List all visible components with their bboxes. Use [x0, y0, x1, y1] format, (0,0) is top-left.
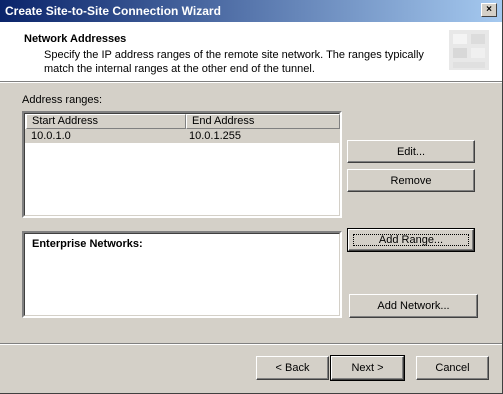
close-button[interactable]: ×	[481, 3, 497, 17]
next-button-label: Next >	[351, 362, 384, 374]
add-network-button[interactable]: Add Network...	[349, 294, 478, 318]
row-end-address: 10.0.1.255	[189, 130, 241, 142]
page-description: Specify the IP address ranges of the rem…	[44, 49, 424, 75]
table-row[interactable]	[25, 129, 339, 143]
close-icon: ×	[486, 4, 492, 15]
cancel-button-label: Cancel	[435, 362, 470, 374]
next-button[interactable]: Next >	[330, 355, 405, 381]
window-title: Create Site-to-Site Connection Wizard	[5, 4, 221, 18]
address-ranges-list[interactable]: Start Address End Address 10.0.1.0 10.0.…	[22, 111, 342, 218]
row-start-address: 10.0.1.0	[31, 130, 71, 142]
edit-button[interactable]: Edit...	[347, 140, 475, 163]
enterprise-networks-label: Enterprise Networks:	[32, 238, 143, 250]
column-header-end[interactable]: End Address	[186, 114, 340, 129]
add-range-button[interactable]: Add Range...	[347, 228, 475, 252]
back-button[interactable]: < Back	[256, 356, 329, 380]
add-network-button-label: Add Network...	[377, 300, 450, 312]
enterprise-networks-list[interactable]: Enterprise Networks:	[22, 231, 342, 318]
remove-button-label: Remove	[390, 174, 432, 187]
footer-separator-highlight	[0, 344, 503, 345]
edit-button-label: Edit...	[396, 145, 426, 158]
remove-button[interactable]: Remove	[347, 169, 475, 192]
address-ranges-label: Address ranges:	[22, 94, 103, 106]
back-button-label: < Back	[275, 362, 310, 374]
column-header-start[interactable]: Start Address	[26, 114, 186, 129]
title-bar: Create Site-to-Site Connection Wizard ×	[0, 0, 503, 22]
cancel-button[interactable]: Cancel	[416, 356, 489, 380]
wizard-header: Network Addresses Specify the IP address…	[0, 22, 503, 83]
wizard-icon	[445, 26, 493, 74]
add-range-button-label: Add Range...	[378, 234, 444, 246]
page-title: Network Addresses	[24, 33, 127, 45]
